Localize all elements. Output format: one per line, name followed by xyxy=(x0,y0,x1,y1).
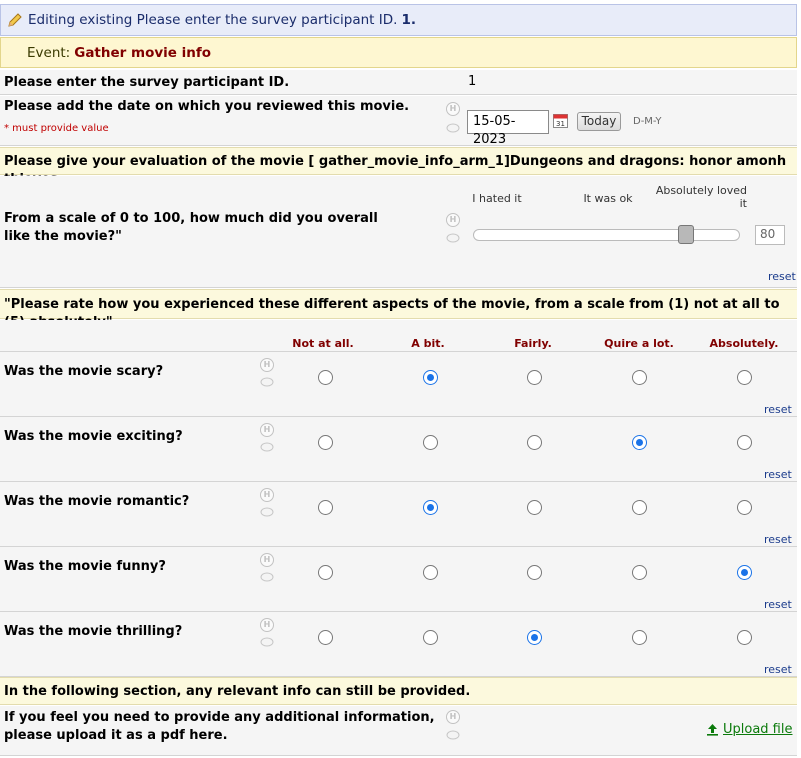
rating-radio[interactable] xyxy=(527,370,542,385)
matrix-row xyxy=(0,352,797,417)
matrix-row-label: Was the movie exciting? xyxy=(4,429,183,444)
upload-label-line1: If you feel you need to provide any addi… xyxy=(4,710,435,725)
matrix-row-reset-link[interactable]: reset xyxy=(764,663,792,676)
matrix-row xyxy=(0,547,797,612)
rating-radio[interactable] xyxy=(632,500,647,515)
rating-radio[interactable] xyxy=(632,435,647,450)
comment-icon[interactable] xyxy=(260,507,274,518)
matrix-row-label: Was the movie thrilling? xyxy=(4,624,183,639)
matrix-row-reset-link[interactable]: reset xyxy=(764,598,792,611)
matrix-row-reset-link[interactable]: reset xyxy=(764,533,792,546)
comment-icon[interactable] xyxy=(446,123,460,134)
column-absolutely: Absolutely. xyxy=(709,337,779,350)
comment-icon[interactable] xyxy=(260,637,274,648)
rating-radio[interactable] xyxy=(527,630,542,645)
column-a-bit: A bit. xyxy=(411,337,445,350)
event-name: Gather movie info xyxy=(74,44,212,61)
matrix-row-reset-link[interactable]: reset xyxy=(764,403,792,416)
upload-label-line2: please upload it as a pdf here. xyxy=(4,728,228,743)
slider-value-field[interactable]: 80 xyxy=(755,225,785,245)
pencil-icon xyxy=(8,13,22,27)
matrix-row-reset-link[interactable]: reset xyxy=(764,468,792,481)
upload-row: If you feel you need to provide any addi… xyxy=(0,706,797,756)
history-icon[interactable]: H xyxy=(260,618,274,632)
comment-icon[interactable] xyxy=(446,233,460,244)
event-bar: Event: Gather movie info xyxy=(0,37,797,68)
history-icon[interactable]: H xyxy=(446,102,460,116)
comment-icon[interactable] xyxy=(260,572,274,583)
rating-radio[interactable] xyxy=(527,565,542,580)
rating-radio[interactable] xyxy=(423,435,438,450)
slider-left-label: I hated it xyxy=(472,192,522,205)
matrix-row xyxy=(0,417,797,482)
review-date-input[interactable]: 15-05-2023 xyxy=(467,110,549,147)
rating-radio[interactable] xyxy=(737,370,752,385)
comment-icon[interactable] xyxy=(260,377,274,388)
comment-icon[interactable] xyxy=(260,442,274,453)
editing-record-text: Editing existing Please enter the survey… xyxy=(28,12,398,28)
event-label: Event: xyxy=(27,44,71,61)
rating-radio[interactable] xyxy=(632,630,647,645)
rating-radio[interactable] xyxy=(318,500,333,515)
review-date-label: Please add the date on which you reviewe… xyxy=(4,99,410,114)
rating-radio[interactable] xyxy=(737,630,752,645)
record-id: 1. xyxy=(401,12,416,28)
rating-radio[interactable] xyxy=(423,565,438,580)
rating-radio[interactable] xyxy=(632,565,647,580)
upload-file-link[interactable]: Upload file xyxy=(706,722,792,737)
required-note: * must provide value xyxy=(4,123,109,134)
rating-radio[interactable] xyxy=(423,370,438,385)
matrix-row-label: Was the movie scary? xyxy=(4,364,164,379)
matrix-row-label: Was the movie funny? xyxy=(4,559,166,574)
rating-radio[interactable] xyxy=(423,630,438,645)
comment-icon[interactable] xyxy=(446,730,460,741)
column-fairly: Fairly. xyxy=(514,337,552,350)
upload-icon xyxy=(707,724,718,736)
date-format-hint: D-M-Y xyxy=(633,116,662,127)
editing-record-bar: Editing existing Please enter the survey… xyxy=(0,4,797,36)
slider-thumb[interactable] xyxy=(678,225,694,244)
today-button[interactable]: Today xyxy=(577,112,621,131)
overall-reset-link[interactable]: reset xyxy=(768,270,796,283)
history-icon[interactable]: H xyxy=(446,213,460,227)
upload-file-text: Upload file xyxy=(723,722,793,737)
rating-radio[interactable] xyxy=(318,370,333,385)
overall-rating-slider[interactable] xyxy=(473,229,740,241)
rating-radio[interactable] xyxy=(318,435,333,450)
participant-id-row: Please enter the survey participant ID. … xyxy=(0,70,797,95)
column-not-at-all: Not at all. xyxy=(292,337,354,350)
rating-radio[interactable] xyxy=(527,500,542,515)
column-quire-a-lot: Quire a lot. xyxy=(604,337,674,350)
rating-radio[interactable] xyxy=(737,500,752,515)
history-icon[interactable]: H xyxy=(260,553,274,567)
participant-id-value: 1 xyxy=(468,74,477,89)
matrix-section-header: "Please rate how you experienced these d… xyxy=(0,289,797,330)
history-icon[interactable]: H xyxy=(260,423,274,437)
review-date-row: Please add the date on which you reviewe… xyxy=(0,96,797,146)
rating-radio[interactable] xyxy=(423,500,438,515)
followup-header-text: In the following section, any relevant i… xyxy=(4,684,471,699)
history-icon[interactable]: H xyxy=(260,488,274,502)
history-icon[interactable]: H xyxy=(446,710,460,724)
followup-section-header: In the following section, any relevant i… xyxy=(0,677,797,705)
rating-radio[interactable] xyxy=(318,630,333,645)
matrix-row xyxy=(0,482,797,547)
slider-middle-label: It was ok xyxy=(583,192,633,205)
rating-radio[interactable] xyxy=(318,565,333,580)
overall-rating-label: From a scale of 0 to 100, how much did y… xyxy=(4,211,378,244)
participant-id-label: Please enter the survey participant ID. xyxy=(4,75,290,90)
slider-right-label: Absolutely loved it xyxy=(655,184,747,210)
history-icon[interactable]: H xyxy=(260,358,274,372)
rating-radio[interactable] xyxy=(527,435,542,450)
evaluation-section-header: Please give your evaluation of the movie… xyxy=(0,147,797,187)
rating-radio[interactable] xyxy=(737,565,752,580)
matrix-row-label: Was the movie romantic? xyxy=(4,494,190,509)
calendar-icon[interactable]: 31 xyxy=(553,113,568,128)
svg-text:31: 31 xyxy=(556,120,565,128)
rating-radio[interactable] xyxy=(737,435,752,450)
matrix-row xyxy=(0,612,797,677)
rating-radio[interactable] xyxy=(632,370,647,385)
